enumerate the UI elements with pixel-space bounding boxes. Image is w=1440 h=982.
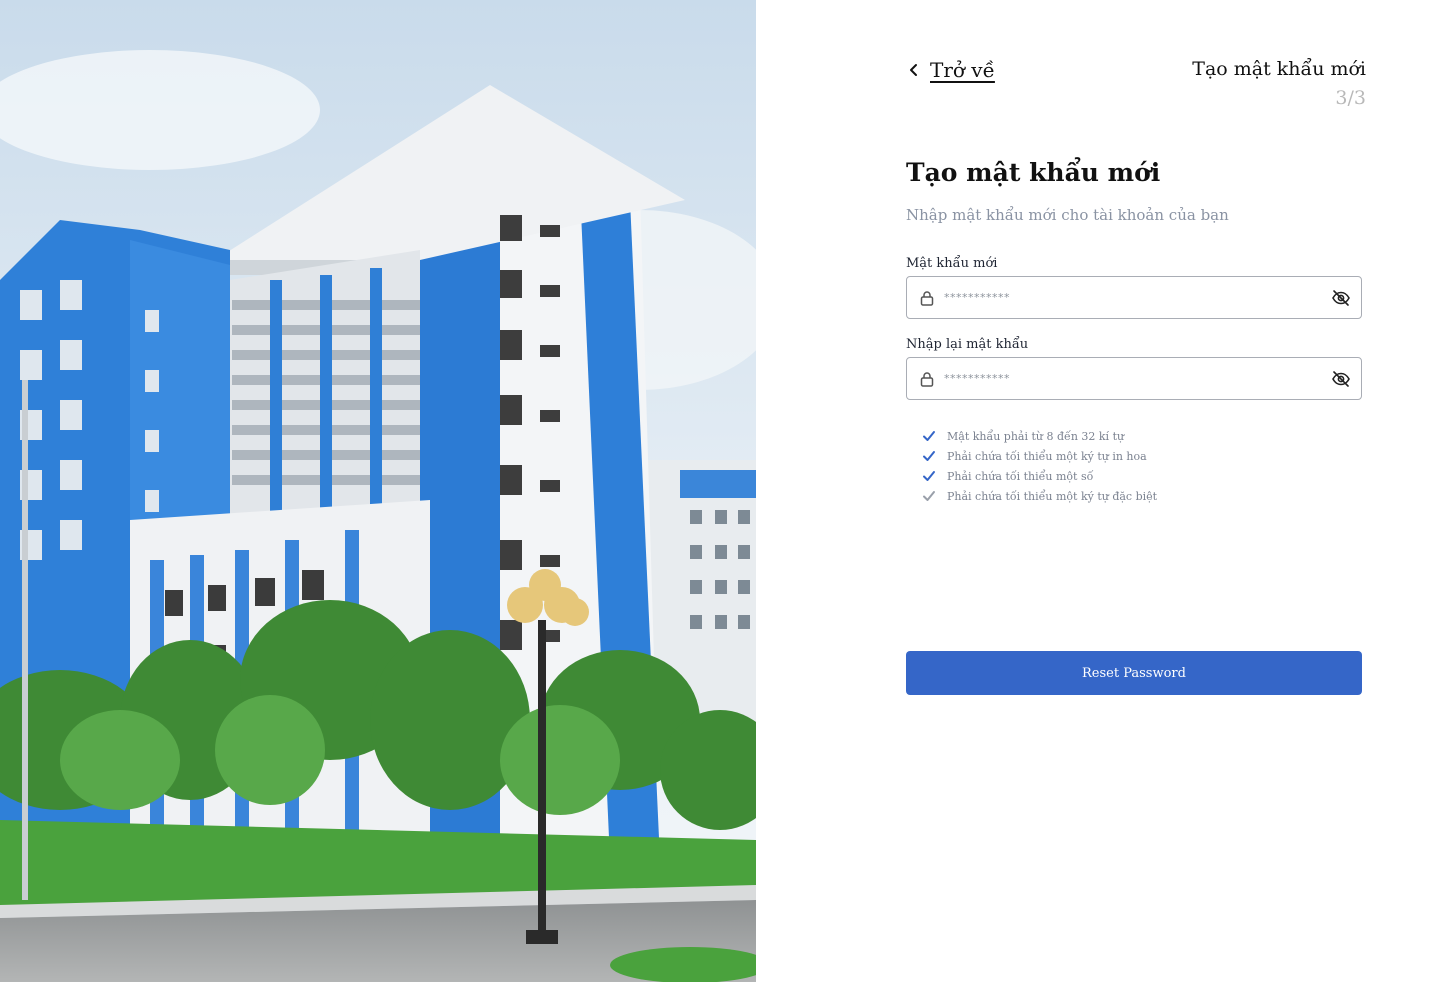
password-rule: Phải chứa tối thiểu một ký tự đặc biệt bbox=[922, 486, 1157, 506]
check-icon bbox=[923, 471, 935, 481]
password-rule-text: Phải chứa tối thiểu một ký tự đặc biệt bbox=[947, 489, 1158, 503]
password-rule: Mật khẩu phải từ 8 đến 32 kí tự bbox=[922, 426, 1157, 446]
chevron-left-icon bbox=[910, 64, 917, 76]
password-rule: Phải chứa tối thiểu một ký tự in hoa bbox=[922, 446, 1157, 466]
new-password-input[interactable] bbox=[944, 277, 1324, 318]
back-link-label: Trở về bbox=[930, 58, 995, 82]
new-password-label: Mật khẩu mới bbox=[906, 256, 998, 271]
check-icon bbox=[923, 431, 935, 441]
reset-password-panel: Trở về Tạo mật khẩu mới 3/3 Tạo mật khẩu… bbox=[756, 0, 1440, 982]
eye-off-icon[interactable] bbox=[1331, 288, 1351, 308]
password-rule: Phải chứa tối thiểu một số bbox=[922, 466, 1157, 486]
password-rule-text: Phải chứa tối thiểu một số bbox=[947, 469, 1094, 483]
eye-off-icon[interactable] bbox=[1331, 369, 1351, 389]
step-counter: 3/3 bbox=[1335, 87, 1366, 109]
confirm-password-input[interactable] bbox=[944, 358, 1324, 399]
password-rules-list: Mật khẩu phải từ 8 đến 32 kí tự Phải chứ… bbox=[922, 426, 1157, 506]
password-rule-text: Phải chứa tối thiểu một ký tự in hoa bbox=[947, 449, 1147, 463]
check-icon bbox=[923, 491, 935, 501]
page-title: Tạo mật khẩu mới bbox=[906, 158, 1161, 187]
back-link[interactable]: Trở về bbox=[906, 58, 995, 82]
check-icon bbox=[923, 451, 935, 461]
reset-password-button[interactable]: Reset Password bbox=[906, 651, 1362, 695]
page-subtitle: Nhập mật khẩu mới cho tài khoản của bạn bbox=[906, 206, 1229, 224]
lock-icon bbox=[920, 291, 934, 306]
lock-icon bbox=[920, 372, 934, 387]
confirm-password-field-box bbox=[906, 357, 1362, 400]
password-rule-text: Mật khẩu phải từ 8 đến 32 kí tự bbox=[947, 429, 1125, 443]
new-password-field-box bbox=[906, 276, 1362, 319]
step-title: Tạo mật khẩu mới bbox=[1192, 58, 1366, 80]
campus-building-photo bbox=[0, 0, 756, 982]
confirm-password-label: Nhập lại mật khẩu bbox=[906, 337, 1029, 352]
